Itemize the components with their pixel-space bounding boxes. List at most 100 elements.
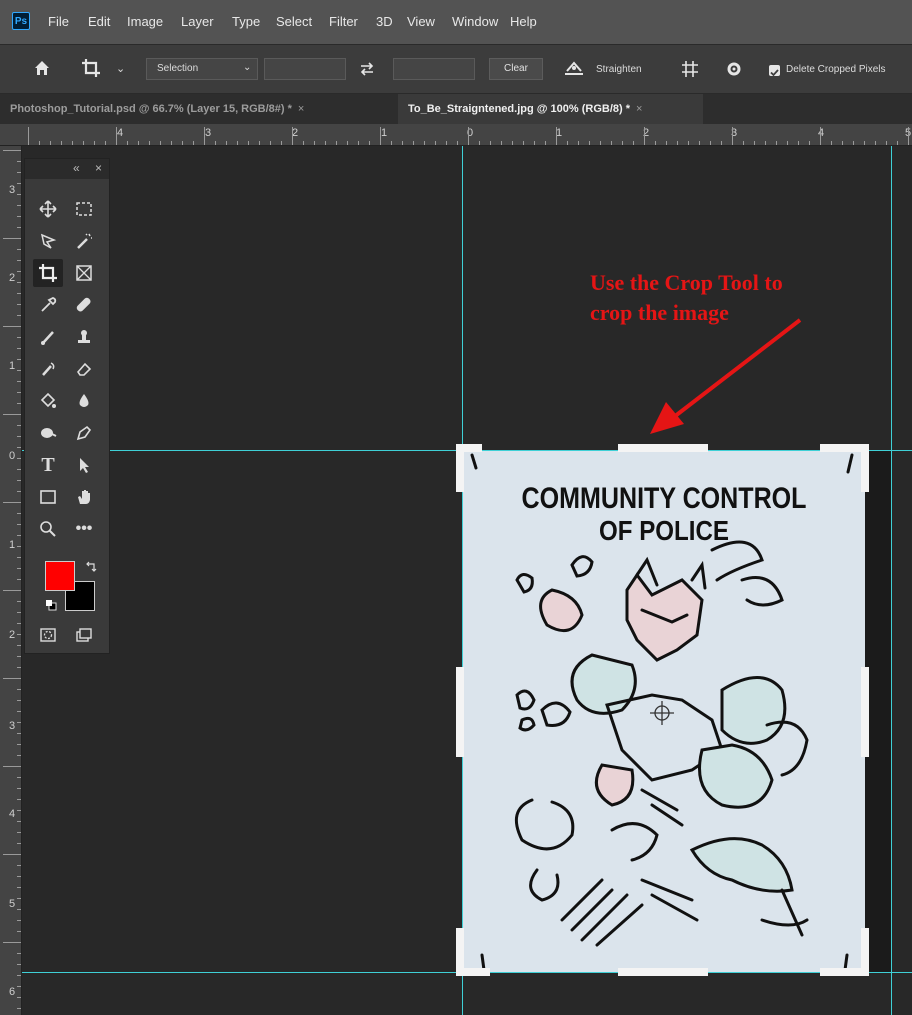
delete-cropped-label[interactable]: Delete Cropped Pixels [786,64,886,75]
menu-image[interactable]: Image [127,14,163,29]
close-icon[interactable]: × [636,103,642,115]
history-brush-icon[interactable] [33,355,63,383]
crop-handle-bottom-right-v[interactable] [861,928,869,976]
pen-tool-icon[interactable] [69,419,99,447]
ruler-tick [17,755,21,756]
document-image[interactable]: COMMUNITY CONTROL OF POLICE [462,450,865,973]
more-tools-icon[interactable]: ••• [69,515,99,543]
photoshop-logo-icon: Ps [12,12,30,30]
magic-wand-icon[interactable] [69,227,99,255]
frame-tool-icon[interactable] [69,259,99,287]
close-icon[interactable]: × [298,103,304,115]
blur-tool-icon[interactable] [69,387,99,415]
swap-icon[interactable] [358,60,376,78]
straighten-icon[interactable] [563,59,585,77]
marquee-tool-icon[interactable] [69,195,99,223]
menu-window[interactable]: Window [452,14,498,29]
toolbox-header[interactable]: « × [25,159,109,179]
close-icon[interactable]: × [95,161,102,175]
menu-edit[interactable]: Edit [88,14,110,29]
quick-mask-icon[interactable] [33,621,63,649]
crop-handle-top-right-v[interactable] [861,444,869,492]
ruler-tick [787,141,788,145]
menu-3d[interactable]: 3D [376,14,393,29]
ruler-tick [699,141,700,145]
zoom-tool-icon[interactable] [33,515,63,543]
foreground-color-swatch[interactable] [45,561,75,591]
screen-mode-icon[interactable] [69,621,99,649]
rectangle-tool-icon[interactable] [33,483,63,511]
menu-type[interactable]: Type [232,14,260,29]
default-colors-icon[interactable] [45,599,57,611]
swap-colors-icon[interactable] [85,561,97,573]
poster-title-line1: COMMUNITY CONTROL [522,482,807,515]
gear-icon[interactable] [724,59,744,79]
ratio-select-value: Selection [157,63,199,74]
tab-photoshop-tutorial[interactable]: Photoshop_Tutorial.psd @ 66.7% (Layer 15… [0,94,388,124]
ruler-tick [798,141,799,145]
crop-handle-top[interactable] [618,444,708,452]
menu-filter[interactable]: Filter [329,14,358,29]
ruler-tick [490,141,491,145]
ruler-tick [534,141,535,145]
crop-handle-right[interactable] [861,667,869,757]
ruler-tick [666,141,667,145]
ruler-tick [17,447,21,448]
ruler-tick [17,205,21,206]
width-input[interactable] [264,58,346,80]
clear-button[interactable]: Clear [489,58,543,80]
overlay-grid-icon[interactable] [680,59,700,79]
annotation-arrow-icon [650,318,802,434]
height-input[interactable] [393,58,475,80]
ruler-tick [193,141,194,145]
ruler-tick [3,678,21,679]
ruler-tick [314,141,315,145]
guide-vertical[interactable] [462,146,463,1015]
ruler-tick [215,141,216,145]
home-icon[interactable] [33,59,51,77]
delete-cropped-checkbox[interactable] [769,65,780,77]
path-selection-icon[interactable] [69,451,99,479]
ruler-tick [17,524,21,525]
crop-tool-icon[interactable] [33,259,63,287]
hand-tool-icon[interactable] [69,483,99,511]
menu-select[interactable]: Select [276,14,312,29]
eyedropper-icon[interactable] [33,291,63,319]
brush-tool-icon[interactable] [33,323,63,351]
ruler-tick [897,141,898,145]
ruler-tick [17,634,21,635]
ruler-vertical[interactable]: 3 2 1 0 1 2 3 4 5 6 [0,146,22,1015]
tab-to-be-straightened[interactable]: To_Be_Straigntened.jpg @ 100% (RGB/8) * × [398,94,703,124]
paint-bucket-icon[interactable] [33,387,63,415]
crop-handle-left[interactable] [456,667,464,757]
ruler-label: 1 [9,360,16,372]
healing-brush-icon[interactable] [69,291,99,319]
menu-layer[interactable]: Layer [181,14,214,29]
ruler-tick [292,127,293,145]
ruler-tick [17,359,21,360]
document-tabs: Photoshop_Tutorial.psd @ 66.7% (Layer 15… [0,94,912,124]
menu-file[interactable]: File [48,14,69,29]
crop-handle-bottom[interactable] [618,968,708,976]
dodge-tool-icon[interactable] [33,419,63,447]
straighten-label[interactable]: Straighten [596,64,642,75]
ruler-label: 4 [818,127,825,139]
ruler-tick [677,141,678,145]
guide-vertical[interactable] [891,146,892,1015]
ruler-tick [358,141,359,145]
clone-stamp-icon[interactable] [69,323,99,351]
ruler-horizontal[interactable]: 4 3 2 1 0 1 2 3 4 5 [0,124,912,146]
ruler-tick [622,141,623,145]
move-tool-icon[interactable] [33,195,63,223]
menu-view[interactable]: View [407,14,435,29]
crop-tool-preset-icon[interactable] [80,57,102,79]
preset-chevron-down-icon[interactable]: ⌄ [116,62,125,75]
type-tool-icon[interactable]: T [33,451,63,479]
crop-handle-top-left-v[interactable] [456,444,464,492]
eraser-icon[interactable] [69,355,99,383]
menu-help[interactable]: Help [510,14,537,29]
ratio-select[interactable]: Selection ⌄ [146,58,258,80]
lasso-tool-icon[interactable] [33,227,63,255]
crop-handle-bottom-left[interactable] [456,968,490,976]
collapse-icon[interactable]: « [73,161,80,175]
